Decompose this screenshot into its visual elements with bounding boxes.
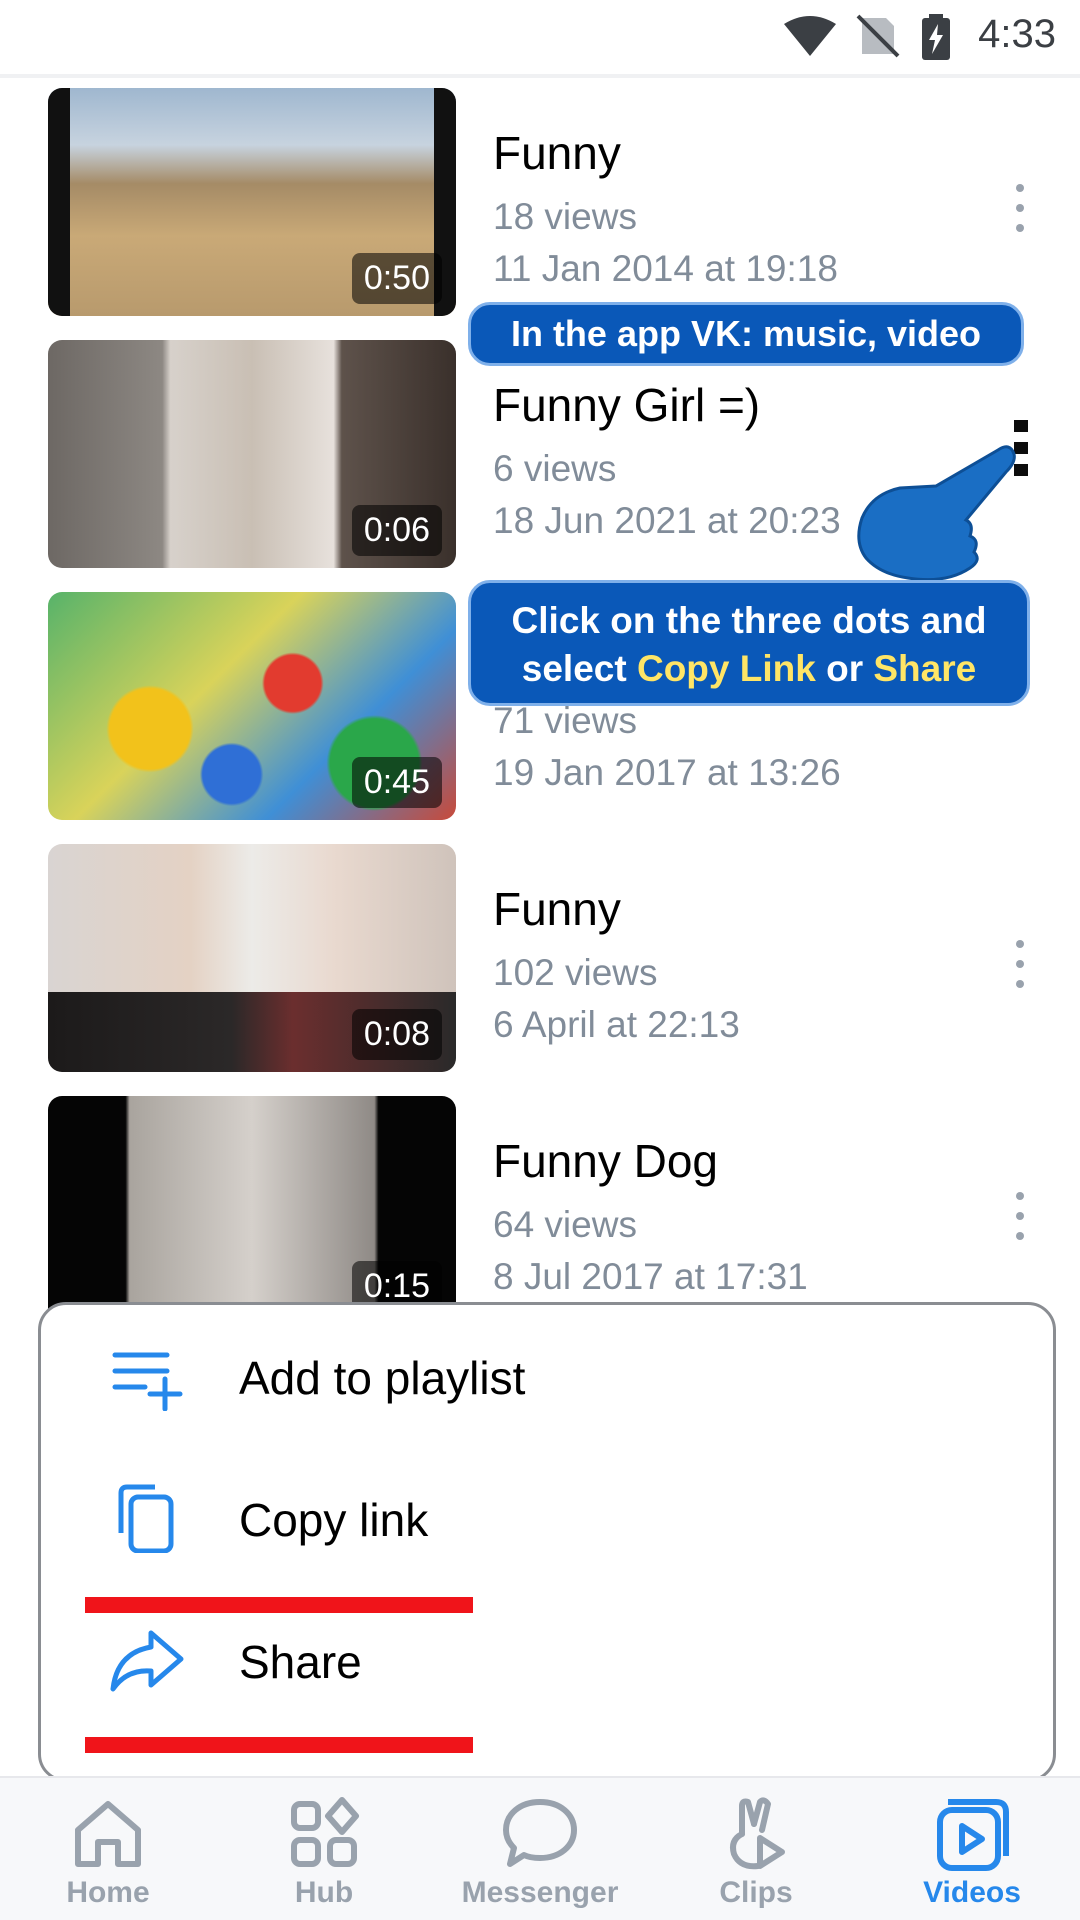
instruction-line-2: select Copy Link or Share — [471, 645, 1027, 693]
tab-label: Messenger — [461, 1876, 619, 1909]
action-sheet: Add to playlist Copy link Share — [38, 1302, 1056, 1782]
video-title[interactable]: Funny — [493, 126, 621, 180]
videos-icon — [937, 1799, 1009, 1871]
video-item[interactable]: 0:50 Funny 18 views 11 Jan 2014 at 19:18 — [0, 88, 1080, 320]
tab-videos[interactable]: Videos — [864, 1778, 1080, 1920]
video-date: 18 Jun 2021 at 20:23 — [493, 500, 841, 541]
instruction-line-1: Click on the three dots and — [511, 600, 987, 641]
video-date: 6 April at 22:13 — [493, 1004, 740, 1045]
video-views: 64 views — [493, 1204, 637, 1245]
tab-label: Hub — [294, 1876, 354, 1909]
tab-hub[interactable]: Hub — [216, 1778, 432, 1920]
video-views: 18 views — [493, 196, 637, 237]
video-thumbnail[interactable]: 0:15 — [48, 1096, 456, 1324]
no-sim-icon — [856, 14, 900, 58]
hub-icon — [291, 1797, 359, 1867]
tab-label: Home — [66, 1876, 150, 1909]
video-views: 6 views — [493, 448, 617, 489]
sheet-item-label: Copy link — [239, 1494, 429, 1546]
sheet-item-share[interactable]: Share — [41, 1589, 1051, 1729]
video-thumbnail[interactable]: 0:50 — [48, 88, 456, 316]
clips-icon — [730, 1797, 785, 1870]
instruction-or-text: or — [815, 648, 874, 689]
video-date: 11 Jan 2014 at 19:18 — [493, 248, 838, 289]
status-bar: 4:33 — [0, 0, 1080, 78]
video-thumbnail[interactable]: 0:08 — [48, 844, 456, 1072]
pointing-hand-icon — [857, 445, 1016, 582]
video-duration: 0:45 — [351, 757, 442, 808]
app-banner: In the app VK: music, video — [468, 302, 1024, 366]
copy-icon — [118, 1484, 174, 1553]
video-title[interactable]: Funny — [493, 882, 621, 936]
thumbnail-side-bar — [48, 88, 70, 316]
battery-charging-icon — [922, 14, 950, 60]
video-thumbnail[interactable]: 0:06 — [48, 340, 456, 568]
video-item[interactable]: 0:08 Funny 102 views 6 April at 22:13 — [0, 844, 1080, 1076]
video-views: 71 views — [493, 700, 637, 741]
sheet-item-label: Add to playlist — [239, 1352, 526, 1404]
more-options-button[interactable] — [1000, 1186, 1040, 1246]
instruction-copy-link-text: Copy Link — [636, 648, 816, 689]
video-thumbnail[interactable]: 0:45 — [48, 592, 456, 820]
tab-clips[interactable]: Clips — [648, 1778, 864, 1920]
instruction-share-text: Share — [873, 648, 977, 689]
tab-messenger[interactable]: Messenger — [432, 1778, 648, 1920]
wifi-icon — [784, 16, 836, 56]
sheet-item-label: Share — [239, 1636, 362, 1688]
clock: 4:33 — [978, 12, 1056, 56]
video-item[interactable]: 0:15 Funny Dog 64 views 8 Jul 2017 at 17… — [0, 1096, 1080, 1328]
video-date: 19 Jan 2017 at 13:26 — [493, 752, 841, 793]
tab-label: Videos — [923, 1876, 1021, 1909]
video-title[interactable]: Funny Dog — [493, 1134, 718, 1188]
video-date: 8 Jul 2017 at 17:31 — [493, 1256, 808, 1297]
home-icon — [75, 1801, 141, 1867]
instruction-select-text: select — [521, 648, 637, 689]
sheet-item-add-to-playlist[interactable]: Add to playlist — [41, 1305, 1051, 1445]
sheet-item-copy-link[interactable]: Copy link — [41, 1447, 1051, 1587]
video-title[interactable]: Funny Girl =) — [493, 378, 760, 432]
video-duration: 0:06 — [351, 505, 442, 556]
tab-home[interactable]: Home — [0, 1778, 216, 1920]
messenger-icon — [503, 1799, 577, 1867]
more-options-button[interactable] — [1000, 934, 1040, 994]
tab-label: Clips — [719, 1876, 793, 1909]
video-duration: 0:08 — [351, 1009, 442, 1060]
add-to-playlist-icon — [112, 1352, 183, 1411]
video-views: 102 views — [493, 952, 658, 993]
more-options-button[interactable] — [1000, 178, 1040, 238]
video-duration: 0:50 — [351, 253, 442, 304]
share-icon — [110, 1630, 184, 1692]
instruction-callout: Click on the three dots and select Copy … — [468, 580, 1030, 706]
status-divider — [0, 74, 1080, 78]
bottom-tab-bar: Home Hub Messenger Clips Videos — [0, 1776, 1080, 1920]
share-underline — [85, 1737, 473, 1753]
